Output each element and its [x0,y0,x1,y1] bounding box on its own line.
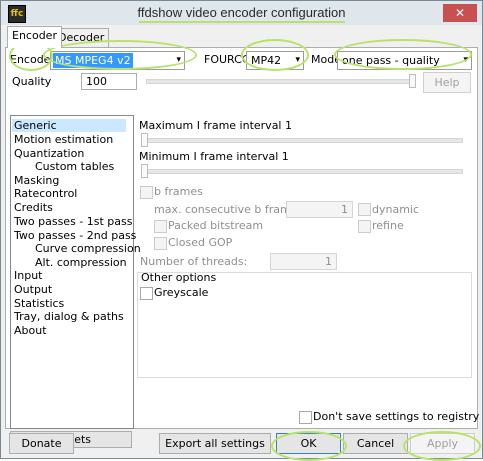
min-i-frame-slider-track[interactable] [141,169,463,174]
list-item-curve-compression[interactable]: Curve compression [35,242,141,255]
title-bar[interactable]: ffc ffdshow video encoder configuration … [1,1,482,25]
dynamic-label: dynamic [372,203,420,216]
title-underline-annotation [139,21,345,23]
chevron-down-icon: ▾ [295,55,300,65]
donate-button[interactable]: Donate [9,433,74,454]
list-item-input[interactable]: Input [14,269,42,282]
list-item-statistics[interactable]: Statistics [14,297,64,310]
list-item-two-passes-2nd[interactable]: Two passes - 2nd pass [14,229,136,242]
packed-bitstream-label: Packed bitstream [168,219,264,232]
chevron-down-icon: ▾ [463,55,468,65]
quality-slider-track[interactable] [146,79,416,84]
list-item-custom-tables[interactable]: Custom tables [35,160,114,173]
export-all-settings-button[interactable]: Export all settings [159,433,271,454]
list-item-credits[interactable]: Credits [14,201,53,214]
fourcc-selected-value: MP42 [251,54,282,67]
greyscale-label: Greyscale [154,286,209,299]
min-i-frame-slider-thumb[interactable] [141,164,148,178]
list-item-motion-estimation[interactable]: Motion estimation [14,133,113,146]
list-item-output[interactable]: Output [14,283,52,296]
list-item-generic[interactable]: Generic [12,119,126,132]
max-consecutive-b-frames-input[interactable]: 1 [286,201,353,218]
b-frames-checkbox[interactable] [140,186,153,199]
closed-gop-label: Closed GOP [168,236,233,249]
dynamic-checkbox[interactable] [358,203,371,216]
number-of-threads-input[interactable]: 1 [270,253,337,270]
max-consecutive-b-frames-label: max. consecutive b frames: [154,203,307,216]
max-i-frame-slider-thumb[interactable] [141,133,148,147]
list-item-about[interactable]: About [14,324,47,337]
list-item-ratecontrol[interactable]: Ratecontrol [14,187,77,200]
quality-slider-thumb[interactable] [409,74,416,88]
max-i-frame-interval-label: Maximum I frame interval 1 [139,119,292,132]
number-of-threads-label: Number of threads: [140,255,248,268]
list-item-masking[interactable]: Masking [14,174,59,187]
closed-gop-checkbox[interactable] [154,237,167,250]
dont-save-settings-checkbox[interactable] [299,411,312,424]
mode-select[interactable]: one pass - quality ▾ [337,51,472,70]
window-title: ffdshow video encoder configuration [137,5,346,20]
list-item-two-passes-1st[interactable]: Two passes - 1st pass [14,215,133,228]
dont-save-settings-label: Don't save settings to registry [313,410,480,423]
list-item-quantization[interactable]: Quantization [14,147,84,160]
quality-label: Quality [12,75,52,88]
ok-button[interactable]: OK [276,433,341,454]
list-item-alt-compression[interactable]: Alt. compression [35,256,127,269]
packed-bitstream-checkbox[interactable] [154,220,167,233]
refine-checkbox[interactable] [358,220,371,233]
b-frames-label: b frames [154,185,203,198]
chevron-down-icon: ▾ [176,55,181,65]
refine-label: refine [372,219,404,232]
settings-page-list: Generic Motion estimation Quantization C… [10,115,141,429]
fourcc-select[interactable]: MP42 ▾ [246,51,304,70]
greyscale-checkbox[interactable] [140,287,153,300]
close-icon[interactable]: ✕ [443,4,477,22]
apply-button[interactable]: Apply [410,433,475,454]
encoder-tab-panel: Encoder: MS MPEG4 v2 ▾ FOURCC MP42 ▾ Mod… [5,47,478,448]
dialog-client: Encoder Decoder Encoder: MS MPEG4 v2 ▾ F… [5,25,480,456]
list-item-tray-dialog-paths[interactable]: Tray, dialog & paths [14,310,124,323]
encoder-select[interactable]: MS MPEG4 v2 ▾ [50,51,185,70]
min-i-frame-interval-label: Minimum I frame interval 1 [139,150,289,163]
max-i-frame-slider-track[interactable] [141,138,463,143]
mode-selected-value: one pass - quality [342,54,440,67]
tab-encoder[interactable]: Encoder [7,26,62,48]
encoder-selected-value: MS MPEG4 v2 [53,53,133,68]
quality-input[interactable]: 100 [81,73,137,90]
help-button[interactable]: Help [423,72,471,93]
other-options-label: Other options [141,271,217,284]
fourcc-label: FOURCC [204,53,250,66]
encoder-config-window: ffc ffdshow video encoder configuration … [0,0,483,461]
cancel-button[interactable]: Cancel [343,433,408,454]
